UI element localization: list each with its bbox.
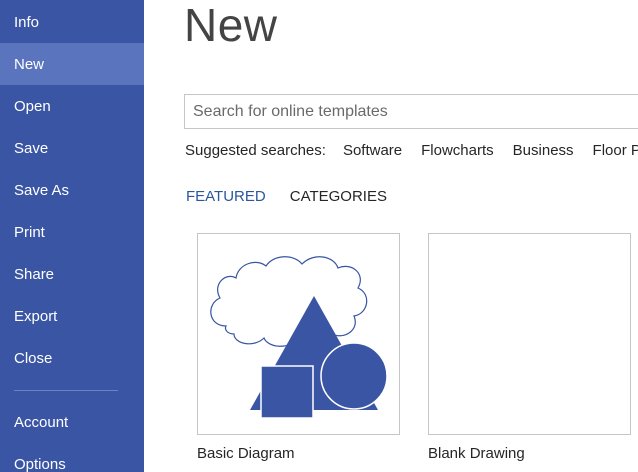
suggested-link-flowcharts[interactable]: Flowcharts	[421, 142, 494, 159]
basic-diagram-thumbnail[interactable]	[197, 233, 400, 435]
page-title: New	[184, 0, 278, 51]
sidebar-item-save[interactable]: Save	[0, 127, 144, 169]
tab-categories[interactable]: CATEGORIES	[290, 188, 387, 205]
tab-featured[interactable]: FEATURED	[186, 188, 266, 205]
search-box[interactable]	[184, 94, 638, 129]
template-label: Blank Drawing	[428, 445, 525, 462]
sidebar-item-share[interactable]: Share	[0, 253, 144, 295]
sidebar-item-open[interactable]: Open	[0, 85, 144, 127]
template-tabs: FEATURED CATEGORIES	[186, 188, 411, 205]
sidebar-item-options[interactable]: Options	[0, 443, 144, 472]
sidebar-divider	[14, 390, 118, 391]
template-basic-diagram[interactable]: Basic Diagram	[197, 233, 400, 462]
backstage-sidebar: Info New Open Save Save As Print Share E…	[0, 0, 144, 472]
sidebar-item-new[interactable]: New	[0, 43, 144, 85]
sidebar-item-account[interactable]: Account	[0, 401, 144, 443]
sidebar-item-print[interactable]: Print	[0, 211, 144, 253]
suggested-link-floor-plan[interactable]: Floor Pl	[593, 142, 638, 159]
basic-diagram-shapes-icon	[210, 256, 388, 419]
suggested-link-business[interactable]: Business	[513, 142, 574, 159]
search-input[interactable]	[185, 95, 638, 128]
suggested-link-software[interactable]: Software	[343, 142, 402, 159]
blank-drawing-thumbnail[interactable]	[428, 233, 631, 435]
template-blank-drawing[interactable]: Blank Drawing	[428, 233, 631, 462]
suggested-searches: Suggested searches: Software Flowcharts …	[185, 140, 638, 160]
suggested-searches-label: Suggested searches:	[185, 141, 326, 159]
sidebar-item-save-as[interactable]: Save As	[0, 169, 144, 211]
sidebar-item-export[interactable]: Export	[0, 295, 144, 337]
sidebar-item-close[interactable]: Close	[0, 337, 144, 379]
template-label: Basic Diagram	[197, 445, 295, 462]
sidebar-item-info[interactable]: Info	[0, 1, 144, 43]
